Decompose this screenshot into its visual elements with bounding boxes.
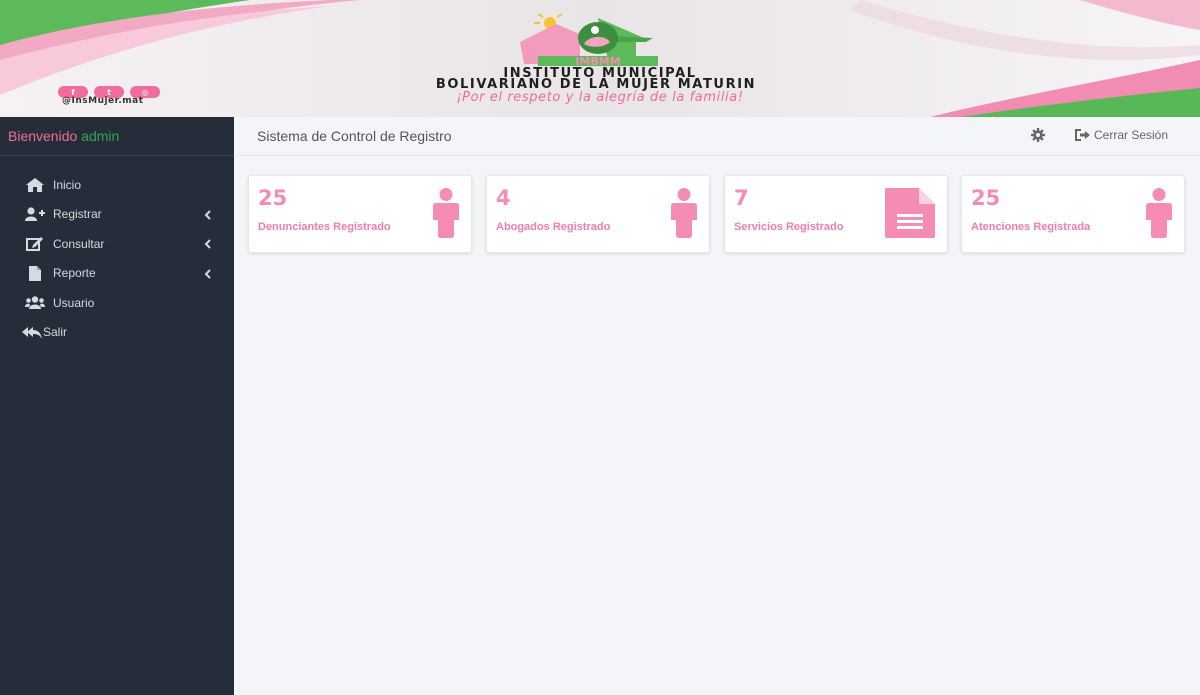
- stat-card-abogados[interactable]: 4 Abogados Registrado: [486, 175, 710, 253]
- imbmm-logo: IMBMM: [520, 14, 658, 68]
- sidebar-item-label: Salir: [43, 325, 68, 340]
- person-icon: [433, 188, 459, 238]
- username: admin: [81, 128, 120, 144]
- welcome-message: Bienvenido admin: [0, 117, 234, 156]
- stat-label: Atenciones Registrada: [971, 221, 1091, 233]
- sidebar-item-label: Registrar: [53, 207, 102, 222]
- stat-card-atenciones[interactable]: 25 Atenciones Registrada: [961, 175, 1185, 253]
- stat-count: 4: [496, 186, 511, 210]
- sidebar-item-label: Usuario: [53, 295, 95, 310]
- sidebar-item-inicio[interactable]: Inicio: [0, 170, 234, 200]
- sidebar-item-usuario[interactable]: Usuario: [0, 288, 234, 318]
- stat-label: Servicios Registrado: [734, 221, 844, 233]
- gear-icon[interactable]: [1031, 128, 1045, 142]
- chevron-left-icon: [204, 209, 211, 220]
- reply-all-icon: [22, 324, 42, 340]
- header-banner: f t ◎ @InsMujer.mat IMBMM INSTITUTO MUNI…: [0, 0, 1200, 117]
- sidebar-item-label: Reporte: [53, 266, 96, 281]
- document-icon: [885, 188, 935, 238]
- sidebar-item-consultar[interactable]: Consultar: [0, 229, 234, 259]
- logout-label: Cerrar Sesión: [1094, 128, 1169, 142]
- sidebar-item-reporte[interactable]: Reporte: [0, 259, 234, 289]
- file-icon: [25, 265, 45, 281]
- top-navbar: Sistema de Control de Registro Cerrar Se…: [234, 117, 1200, 156]
- stat-card-servicios[interactable]: 7 Servicios Registrado: [724, 175, 948, 253]
- welcome-label: Bienvenido: [8, 128, 78, 144]
- users-icon: [25, 295, 45, 311]
- edit-icon: [25, 236, 45, 252]
- sidebar-item-label: Consultar: [53, 236, 105, 251]
- sidebar-item-label: Inicio: [53, 177, 82, 192]
- stat-label: Abogados Registrado: [496, 221, 611, 233]
- sidebar-item-salir[interactable]: Salir: [0, 318, 234, 348]
- person-icon: [671, 188, 697, 238]
- institute-slogan: ¡Por el respeto y la alegría de la famil…: [456, 90, 744, 105]
- logout-button[interactable]: Cerrar Sesión: [1075, 128, 1168, 142]
- user-plus-icon: [25, 206, 45, 222]
- stat-card-denunciantes[interactable]: 25 Denunciantes Registrado: [248, 175, 472, 253]
- sign-out-icon: [1075, 129, 1090, 141]
- sidebar-menu: Inicio Registrar Consultar Reporte Usuar…: [0, 156, 234, 347]
- sidebar-item-registrar[interactable]: Registrar: [0, 200, 234, 230]
- chevron-left-icon: [204, 268, 211, 279]
- sidebar: Bienvenido admin Inicio Registrar Consul…: [0, 117, 234, 695]
- stat-count: 25: [971, 186, 1001, 210]
- person-icon: [1146, 188, 1172, 238]
- stat-label: Denunciantes Registrado: [258, 221, 391, 233]
- page-title: Sistema de Control de Registro: [257, 128, 452, 144]
- stat-count: 25: [258, 186, 288, 210]
- home-icon: [25, 177, 45, 193]
- chevron-left-icon: [204, 239, 211, 249]
- stat-count: 7: [734, 186, 749, 210]
